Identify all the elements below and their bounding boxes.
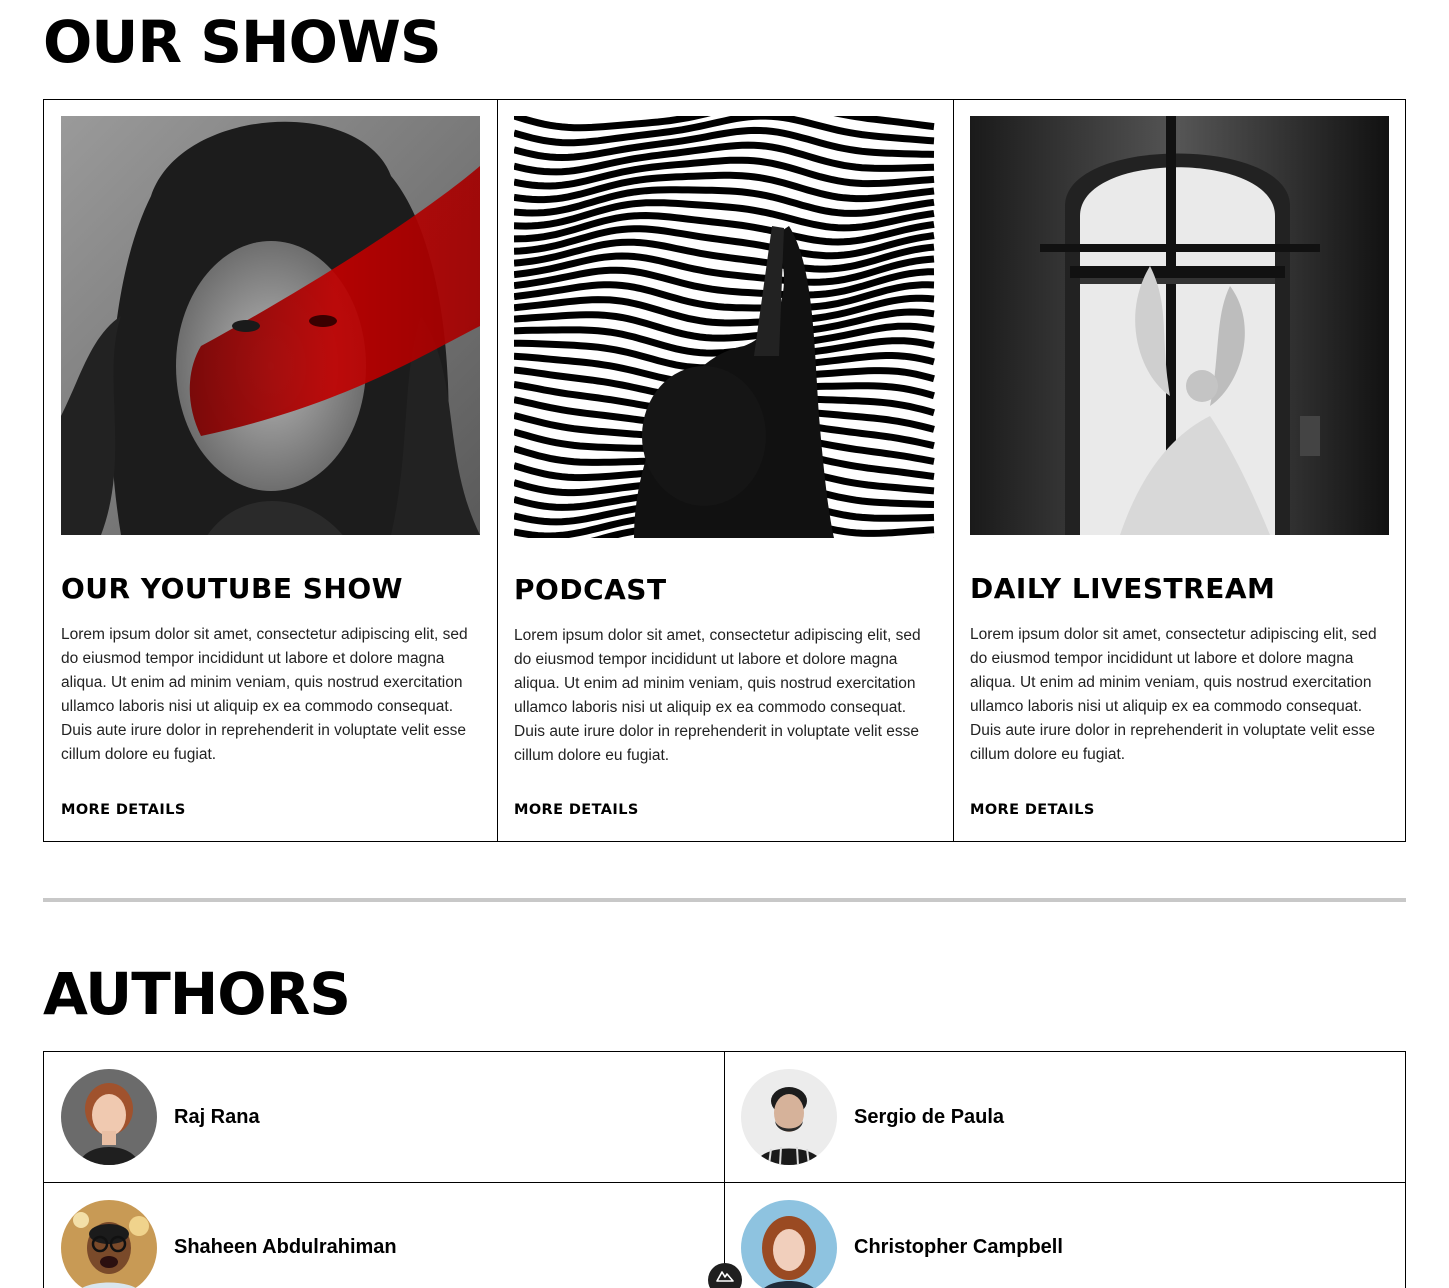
- author-item[interactable]: Shaheen Abdulrahiman: [44, 1182, 724, 1288]
- card-description: Lorem ipsum dolor sit amet, consectetur …: [514, 627, 921, 764]
- podcast-image: [514, 116, 936, 538]
- author-avatar: [61, 1199, 157, 1288]
- card-title: OUR YOUTUBE SHOW: [61, 572, 404, 605]
- more-details-link[interactable]: MORE DETAILS: [970, 802, 1095, 818]
- card-description: Lorem ipsum dolor sit amet, consectetur …: [970, 626, 1377, 763]
- shows-section-title: OUR SHOWS: [43, 8, 442, 76]
- author-name: Christopher Campbell: [854, 1236, 1063, 1258]
- livestream-image: [970, 116, 1389, 535]
- section-divider: [43, 898, 1406, 902]
- show-card-podcast: PODCAST Lorem ipsum dolor sit amet, cons…: [497, 100, 953, 841]
- author-avatar: [741, 1069, 837, 1165]
- card-title: DAILY LIVESTREAM: [970, 572, 1276, 605]
- author-item[interactable]: Christopher Campbell: [724, 1182, 1405, 1288]
- author-name: Sergio de Paula: [854, 1105, 1005, 1128]
- authors-section-title: AUTHORS: [43, 960, 351, 1028]
- author-item[interactable]: Raj Rana: [44, 1052, 724, 1182]
- card-title: PODCAST: [514, 573, 667, 606]
- show-card-livestream: DAILY LIVESTREAM Lorem ipsum dolor sit a…: [953, 100, 1405, 841]
- more-details-link[interactable]: MORE DETAILS: [61, 802, 186, 818]
- author-avatar: [741, 1199, 837, 1288]
- youtube-show-image: [61, 116, 480, 535]
- author-name: Shaheen Abdulrahiman: [174, 1236, 397, 1258]
- authors-grid: Raj Rana Sergio de Paula Shaheen Abdulra…: [43, 1051, 1406, 1288]
- author-avatar: [61, 1069, 157, 1165]
- shows-grid: OUR YOUTUBE SHOW Lorem ipsum dolor sit a…: [43, 99, 1406, 842]
- card-description: Lorem ipsum dolor sit amet, consectetur …: [61, 626, 468, 763]
- author-item[interactable]: Sergio de Paula: [724, 1052, 1405, 1182]
- more-details-link[interactable]: MORE DETAILS: [514, 802, 639, 818]
- show-card-youtube: OUR YOUTUBE SHOW Lorem ipsum dolor sit a…: [44, 100, 497, 841]
- author-name: Raj Rana: [174, 1105, 260, 1128]
